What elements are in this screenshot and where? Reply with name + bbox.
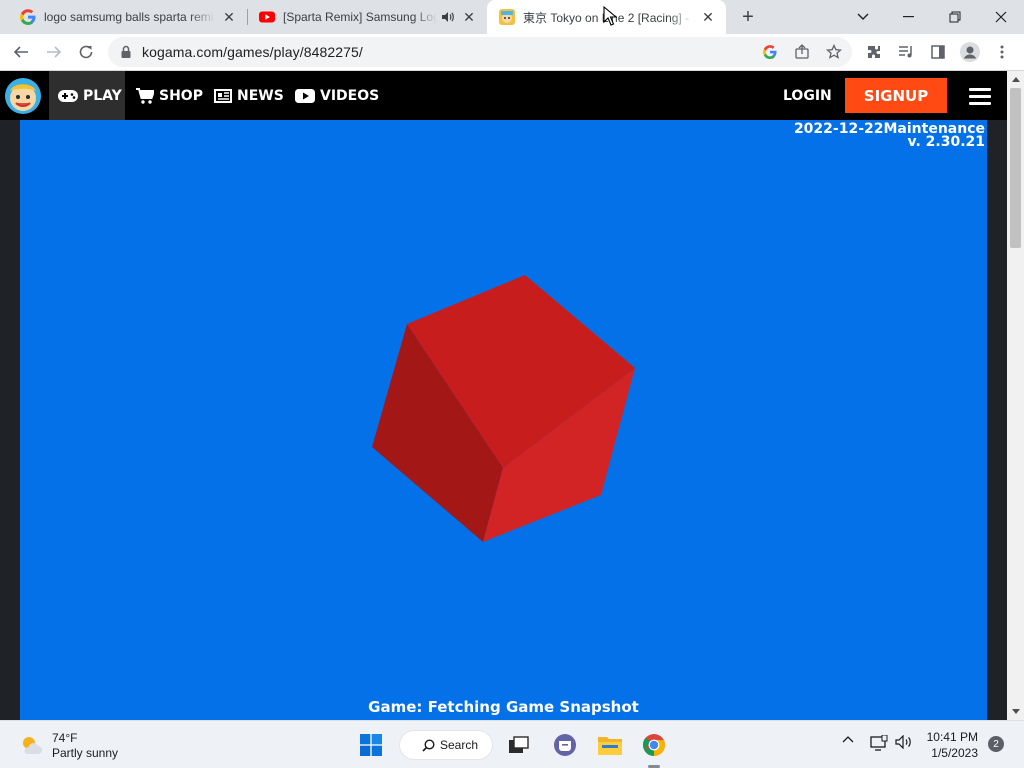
url-text[interactable]: kogama.com/games/play/8482275/	[142, 44, 363, 60]
taskbar-search[interactable]: Search	[399, 730, 493, 760]
system-clock[interactable]: 10:41 PM 1/5/2023	[926, 729, 978, 761]
clock-date: 1/5/2023	[931, 746, 978, 760]
partly-sunny-icon	[23, 737, 42, 754]
web-page: PLAY SHOP NEWS VIDEOS LOGIN SIGNUP 2022-…	[0, 71, 1024, 720]
media-control-icon[interactable]	[894, 40, 918, 64]
bookmark-star-icon[interactable]	[824, 42, 844, 62]
game-canvas[interactable]: 2022-12-22Maintenance v. 2.30.21 Game: F…	[20, 120, 987, 720]
clock-time: 10:41 PM	[926, 730, 978, 744]
weather-desc: Partly sunny	[52, 746, 119, 760]
extensions-puzzle-icon[interactable]	[862, 40, 886, 64]
nav-news-link[interactable]: NEWS	[214, 71, 284, 120]
teams-chat-icon[interactable]	[549, 729, 581, 761]
notification-badge[interactable]: 2	[988, 736, 1004, 752]
more-menu-icon[interactable]	[990, 40, 1014, 64]
nav-shop-label: SHOP	[159, 87, 203, 104]
chrome-taskbar-icon[interactable]	[638, 729, 670, 761]
tab-title: [Sparta Remix] Samsung Logo	[283, 10, 437, 24]
scroll-down-arrow-icon[interactable]	[1007, 703, 1024, 720]
login-link[interactable]: LOGIN	[783, 71, 832, 120]
close-window-icon[interactable]	[978, 0, 1024, 34]
share-icon[interactable]	[792, 42, 812, 62]
browser-tab-google[interactable]: logo samsumg balls sparta remix ✕	[0, 0, 247, 34]
weather-widget[interactable]: 74°F Partly sunny	[20, 731, 118, 761]
task-view-icon[interactable]	[503, 729, 535, 761]
forward-arrow-icon[interactable]	[42, 40, 66, 64]
loading-cube-icon	[372, 275, 635, 542]
nav-videos-link[interactable]: VIDEOS	[295, 71, 379, 120]
browser-tab-youtube[interactable]: [Sparta Remix] Samsung Logo ✕	[247, 0, 487, 34]
shopping-cart-icon	[136, 87, 154, 104]
search-icon	[422, 739, 435, 752]
address-bar[interactable]: kogama.com/games/play/8482275/	[108, 37, 852, 67]
close-tab-icon[interactable]: ✕	[700, 9, 716, 25]
site-navbar: PLAY SHOP NEWS VIDEOS LOGIN SIGNUP	[0, 71, 1007, 120]
lock-icon[interactable]	[118, 44, 134, 60]
youtube-play-icon	[295, 88, 315, 103]
start-button[interactable]	[355, 729, 387, 761]
scroll-thumb[interactable]	[1010, 88, 1021, 248]
browser-tab-strip: logo samsumg balls sparta remix ✕ [Spart…	[0, 0, 1024, 34]
volume-icon[interactable]	[895, 735, 913, 749]
taskbar-search-label: Search	[440, 738, 479, 752]
minimize-icon[interactable]	[886, 0, 932, 34]
youtube-icon	[259, 11, 275, 23]
gamepad-icon	[58, 89, 78, 102]
reload-icon[interactable]	[74, 40, 98, 64]
file-explorer-icon[interactable]	[594, 729, 626, 761]
scroll-up-arrow-icon[interactable]	[1007, 71, 1024, 88]
game-status-text: Game: Fetching Game Snapshot	[368, 698, 639, 716]
version-text: v. 2.30.21	[907, 134, 985, 150]
page-scrollbar[interactable]	[1007, 71, 1024, 720]
nav-play-link[interactable]: PLAY	[49, 71, 125, 120]
profile-avatar-icon[interactable]	[958, 40, 982, 64]
version-info: 2022-12-22Maintenance v. 2.30.21	[794, 122, 985, 150]
kogama-icon	[499, 9, 515, 25]
tab-title: logo samsumg balls sparta remix	[44, 10, 215, 24]
back-arrow-icon[interactable]	[9, 40, 33, 64]
close-tab-icon[interactable]: ✕	[221, 9, 237, 25]
browser-toolbar: kogama.com/games/play/8482275/	[0, 34, 1024, 71]
windows-taskbar: 74°F Partly sunny Search 10:41 PM 1/5/20…	[0, 720, 1024, 768]
nav-play-label: PLAY	[83, 87, 122, 104]
network-icon[interactable]	[870, 735, 888, 751]
windows-logo-icon	[360, 734, 382, 756]
newspaper-icon	[214, 88, 232, 103]
weather-temp: 74°F	[52, 731, 78, 745]
close-tab-icon[interactable]: ✕	[461, 9, 477, 25]
kogama-logo-icon[interactable]	[4, 77, 42, 115]
hamburger-menu-icon[interactable]	[969, 88, 991, 105]
nav-shop-link[interactable]: SHOP	[136, 71, 203, 120]
nav-videos-label: VIDEOS	[320, 87, 380, 104]
google-lens-g-icon[interactable]	[760, 42, 780, 62]
signup-button[interactable]: SIGNUP	[845, 78, 947, 113]
nav-news-label: NEWS	[237, 87, 284, 104]
google-g-icon	[20, 9, 36, 25]
speaker-icon[interactable]	[441, 10, 455, 24]
restore-icon[interactable]	[932, 0, 978, 34]
side-panel-icon[interactable]	[926, 40, 950, 64]
mouse-cursor-icon	[603, 6, 617, 26]
tab-search-chevron-icon[interactable]	[840, 0, 886, 34]
hidden-icons-chevron-icon[interactable]	[842, 735, 854, 743]
new-tab-button[interactable]: +	[736, 5, 760, 29]
